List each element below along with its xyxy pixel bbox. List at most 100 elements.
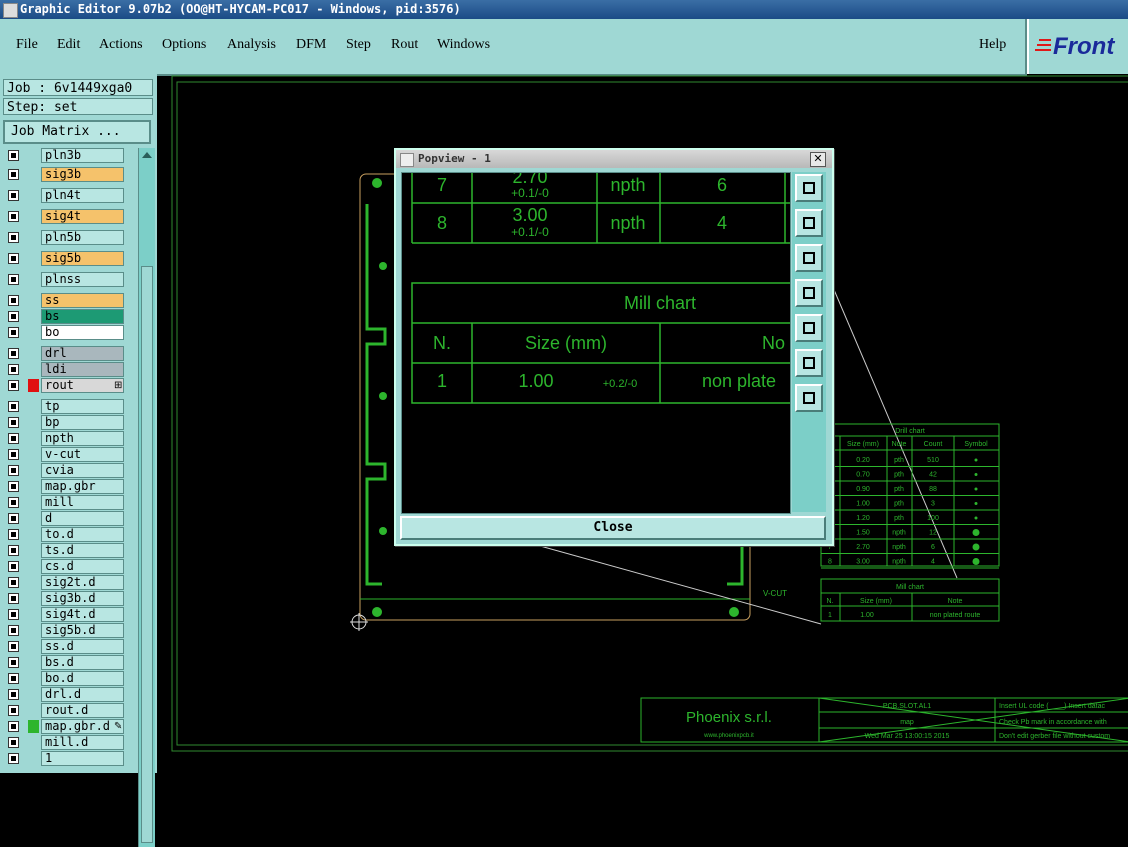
menu-options[interactable]: Options [162,37,206,53]
layer-name[interactable]: npth [41,431,124,446]
layer-checkbox[interactable] [8,689,19,700]
zoom-in-icon[interactable] [795,349,823,377]
layer-name[interactable]: bo.d [41,671,124,686]
layer-list-scrollbar[interactable] [138,148,155,847]
layer-checkbox[interactable] [8,625,19,636]
layer-checkbox[interactable] [8,737,19,748]
layer-checkbox[interactable] [8,593,19,604]
layer-name[interactable]: tp [41,399,124,414]
layer-name[interactable]: sig4t [41,209,124,224]
zoom-home-icon[interactable] [795,174,823,202]
layer-color-swatch[interactable] [28,379,39,392]
layer-name[interactable]: ldi [41,362,124,377]
layer-checkbox[interactable] [8,380,19,391]
layer-checkbox[interactable] [8,190,19,201]
layer-name[interactable]: ss.d [41,639,124,654]
layer-name[interactable]: cvia [41,463,124,478]
layer-name[interactable]: rout [41,378,124,393]
layer-name[interactable]: map.gbr.d [41,719,124,734]
layer-checkbox[interactable] [8,705,19,716]
layer-name[interactable]: v-cut [41,447,124,462]
window-title-bar[interactable]: Graphic Editor 9.07b2 (OO@HT-HYCAM-PC017… [0,0,1128,19]
menu-windows[interactable]: Windows [437,37,490,53]
layer-checkbox[interactable] [8,253,19,264]
layer-checkbox[interactable] [8,561,19,572]
layer-name[interactable]: sig3b.d [41,591,124,606]
layer-checkbox[interactable] [8,497,19,508]
scroll-thumb[interactable] [141,266,153,843]
menu-step[interactable]: Step [346,37,371,53]
layer-checkbox[interactable] [8,433,19,444]
layer-checkbox[interactable] [8,577,19,588]
layer-checkbox[interactable] [8,721,19,732]
layer-checkbox[interactable] [8,274,19,285]
layer-checkbox[interactable] [8,529,19,540]
layer-checkbox[interactable] [8,295,19,306]
layer-checkbox[interactable] [8,327,19,338]
layer-name[interactable]: cs.d [41,559,124,574]
layer-color-swatch[interactable] [28,720,39,733]
pan-up-icon[interactable] [795,209,823,237]
layer-checkbox[interactable] [8,449,19,460]
layer-name[interactable]: rout.d [41,703,124,718]
layer-name[interactable]: sig4t.d [41,607,124,622]
menu-file[interactable]: File [16,37,38,53]
layer-checkbox[interactable] [8,481,19,492]
layer-name[interactable]: sig5b.d [41,623,124,638]
layer-name[interactable]: d [41,511,124,526]
layer-name[interactable]: bp [41,415,124,430]
popview-title-bar[interactable]: Popview - 1 [396,150,832,168]
layer-name[interactable]: drl [41,346,124,361]
layer-checkbox[interactable] [8,513,19,524]
layer-checkbox[interactable] [8,657,19,668]
menu-rout[interactable]: Rout [391,37,418,53]
layer-name[interactable]: bo [41,325,124,340]
layer-checkbox[interactable] [8,641,19,652]
layer-checkbox[interactable] [8,169,19,180]
layer-checkbox[interactable] [8,211,19,222]
layer-checkbox[interactable] [8,232,19,243]
layer-checkbox[interactable] [8,364,19,375]
layer-name[interactable]: mill.d [41,735,124,750]
layer-checkbox[interactable] [8,311,19,322]
pan-down-icon[interactable] [795,244,823,272]
layer-checkbox[interactable] [8,609,19,620]
layer-checkbox[interactable] [8,401,19,412]
layer-checkbox[interactable] [8,417,19,428]
layer-name[interactable]: bs.d [41,655,124,670]
layer-name[interactable]: pln3b [41,148,124,163]
close-button[interactable]: Close [400,516,826,540]
layer-name[interactable]: plnss [41,272,124,287]
menu-edit[interactable]: Edit [57,37,80,53]
layer-name[interactable]: 1 [41,751,124,766]
layer-name[interactable]: mill [41,495,124,510]
layer-name[interactable]: to.d [41,527,124,542]
layer-name[interactable]: sig5b [41,251,124,266]
menu-help[interactable]: Help [979,37,1006,53]
close-icon[interactable]: ✕ [810,152,826,167]
layer-name[interactable]: pln5b [41,230,124,245]
layer-name[interactable]: bs [41,309,124,324]
pan-right-icon[interactable] [795,314,823,342]
layer-checkbox[interactable] [8,673,19,684]
menu-dfm[interactable]: DFM [296,37,326,53]
scroll-up-arrow-icon[interactable] [142,152,152,158]
menu-actions[interactable]: Actions [99,37,143,53]
layer-name[interactable]: map.gbr [41,479,124,494]
layer-name[interactable]: drl.d [41,687,124,702]
layer-checkbox[interactable] [8,348,19,359]
layer-checkbox[interactable] [8,150,19,161]
job-matrix-button[interactable]: Job Matrix ... [3,120,151,144]
layer-name[interactable]: sig2t.d [41,575,124,590]
layer-checkbox[interactable] [8,753,19,764]
layer-checkbox[interactable] [8,465,19,476]
pan-left-icon[interactable] [795,279,823,307]
layer-name[interactable]: sig3b [41,167,124,182]
layer-name[interactable]: ss [41,293,124,308]
layer-name[interactable]: pln4t [41,188,124,203]
layer-name[interactable]: ts.d [41,543,124,558]
popview-canvas[interactable]: 7 2.70 +0.1/-0 npth 6 8 3.00 +0.1/-0 npt… [401,167,793,514]
menu-analysis[interactable]: Analysis [227,37,276,53]
zoom-out-icon[interactable] [795,384,823,412]
layer-checkbox[interactable] [8,545,19,556]
